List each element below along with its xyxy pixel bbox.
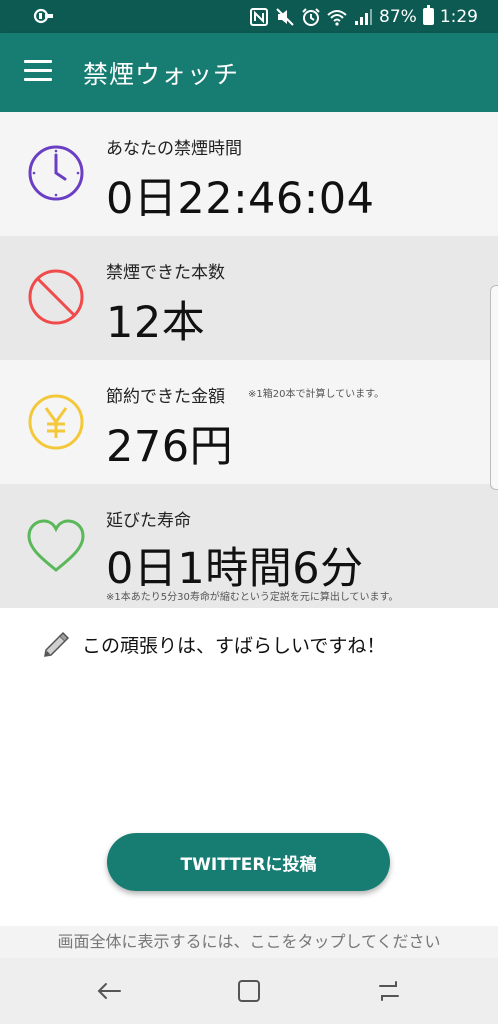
nfc-icon (250, 7, 269, 26)
alarm-icon (302, 7, 320, 26)
yen-icon (28, 394, 84, 450)
money-saved-value: 276円 (106, 422, 234, 472)
hamburger-icon[interactable] (24, 60, 52, 82)
card-money-saved: 節約できた金額 ※1箱20本で計算しています。 276円 (0, 360, 498, 484)
signal-icon (355, 8, 373, 25)
cigarettes-count-value: 12本 (106, 298, 206, 348)
quit-time-value: 0日22:46:04 (106, 174, 375, 224)
twitter-post-button[interactable]: TWITTERに投稿 (107, 833, 390, 891)
encouragement-message: この頑張りは、すばらしいですね！ (40, 626, 385, 662)
battery-percent: 87% (379, 6, 417, 27)
pencil-icon (44, 631, 70, 657)
clock-icon (28, 145, 84, 201)
home-icon[interactable] (234, 976, 264, 1006)
life-extended-note: ※1本あたり5分30寿命が縮むという定説を元に算出しています。 (106, 592, 399, 603)
money-saved-label: 節約できた金額 (106, 387, 225, 407)
money-saved-note: ※1箱20本で計算しています。 (248, 389, 385, 400)
mute-icon (276, 7, 294, 26)
card-life-extended: 延びた寿命 0日1時間6分 ※1本あたり5分30寿命が縮むという定説を元に算出し… (0, 484, 498, 608)
card-quit-time: あなたの禁煙時間 0日22:46:04 (0, 112, 498, 236)
clock-time: 1:29 (439, 6, 478, 27)
prohibited-icon (28, 269, 84, 325)
encouragement-text: この頑張りは、すばらしいですね！ (82, 634, 386, 657)
edge-panel-handle[interactable] (490, 285, 498, 490)
fullscreen-hint[interactable]: 画面全体に表示するには、ここをタップしてください (0, 926, 498, 958)
cigarettes-count-label: 禁煙できた本数 (106, 263, 225, 283)
notification-key-icon (33, 8, 53, 24)
system-nav-bar (0, 958, 498, 1024)
app-title: 禁煙ウォッチ (83, 60, 240, 89)
battery-icon (422, 5, 434, 25)
quit-time-label: あなたの禁煙時間 (106, 139, 242, 159)
heart-icon (27, 519, 85, 572)
life-extended-label: 延びた寿命 (106, 511, 191, 531)
app-bar: 禁煙ウォッチ (0, 33, 498, 112)
life-extended-value: 0日1時間6分 (106, 544, 364, 594)
status-right: 87% 1:29 (249, 0, 478, 33)
wifi-icon (327, 9, 347, 26)
card-cigarettes-count: 禁煙できた本数 12本 (0, 236, 498, 360)
status-bar: 87% 1:29 (0, 0, 498, 33)
recent-apps-icon[interactable] (374, 976, 404, 1006)
back-icon[interactable] (94, 976, 124, 1006)
